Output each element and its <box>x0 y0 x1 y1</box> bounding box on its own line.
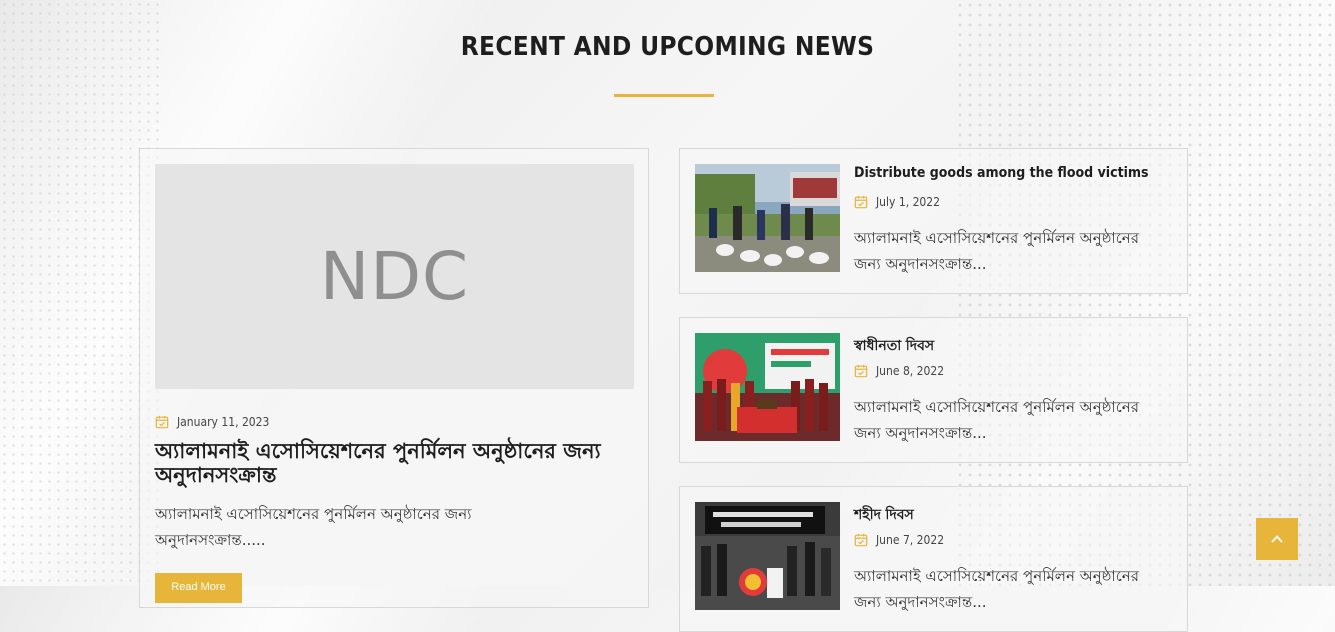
news-card-excerpt: অ্যালামনাই এসোসিয়েশনের পুনর্মিলন অনুষ্ঠ… <box>854 398 1140 442</box>
decorative-dots-left <box>0 0 160 586</box>
section-title: RECENT AND UPCOMING NEWS <box>460 32 875 62</box>
flood-relief-photo <box>695 164 840 272</box>
calendar-check-icon <box>854 364 868 378</box>
news-card-image[interactable] <box>695 333 840 441</box>
news-card-date: July 1, 2022 <box>854 195 940 209</box>
chevron-up-icon <box>1271 535 1283 543</box>
date-text: January 11, 2023 <box>177 415 270 429</box>
martyrs-day-photo <box>695 502 840 610</box>
featured-news-card[interactable]: NDC January 11, 2023 অ্যালামনাই এসোসিয়ে… <box>139 148 649 608</box>
featured-news-heading[interactable]: অ্যালামনাই এসোসিয়েশনের পুনর্মিলন অনুষ্ঠ… <box>155 439 625 487</box>
featured-news-image[interactable]: NDC <box>155 164 634 389</box>
scroll-to-top-button[interactable] <box>1256 518 1298 560</box>
calendar-check-icon <box>155 415 169 429</box>
news-card-excerpt: অ্যালামনাই এসোসিয়েশনের পুনর্মিলন অনুষ্ঠ… <box>854 229 1140 273</box>
news-card[interactable]: শহীদ দিবস June 7, 2022 অ্যালামনাই এসোসিয… <box>679 486 1188 632</box>
news-card-image[interactable] <box>695 164 840 272</box>
featured-news-date: January 11, 2023 <box>155 415 269 429</box>
date-text: June 7, 2022 <box>876 533 945 547</box>
independence-day-photo <box>695 333 840 441</box>
featured-news-excerpt: অ্যালামনাই এসোসিয়েশনের পুনর্মিলন অনুষ্ঠ… <box>155 505 472 549</box>
news-card-title[interactable]: স্বাধীনতা দিবস <box>854 334 1174 358</box>
title-underline <box>614 94 714 97</box>
news-card-title[interactable]: Distribute goods among the flood victims <box>854 165 1174 181</box>
news-card-date: June 8, 2022 <box>854 364 944 378</box>
read-more-button[interactable]: Read More <box>155 573 242 603</box>
news-card[interactable]: স্বাধীনতা দিবস June 8, 2022 অ্যালামনাই এ… <box>679 317 1188 463</box>
date-text: June 8, 2022 <box>876 364 945 378</box>
news-card-date: June 7, 2022 <box>854 533 944 547</box>
news-card[interactable]: Distribute goods among the flood victims… <box>679 148 1188 294</box>
news-card-image[interactable] <box>695 502 840 610</box>
calendar-check-icon <box>854 195 868 209</box>
news-card-excerpt: অ্যালামনাই এসোসিয়েশনের পুনর্মিলন অনুষ্ঠ… <box>854 567 1140 611</box>
news-card-title[interactable]: শহীদ দিবস <box>854 503 1174 527</box>
calendar-check-icon <box>854 533 868 547</box>
ndc-placeholder-logo: NDC <box>319 238 470 315</box>
date-text: July 1, 2022 <box>876 195 941 209</box>
